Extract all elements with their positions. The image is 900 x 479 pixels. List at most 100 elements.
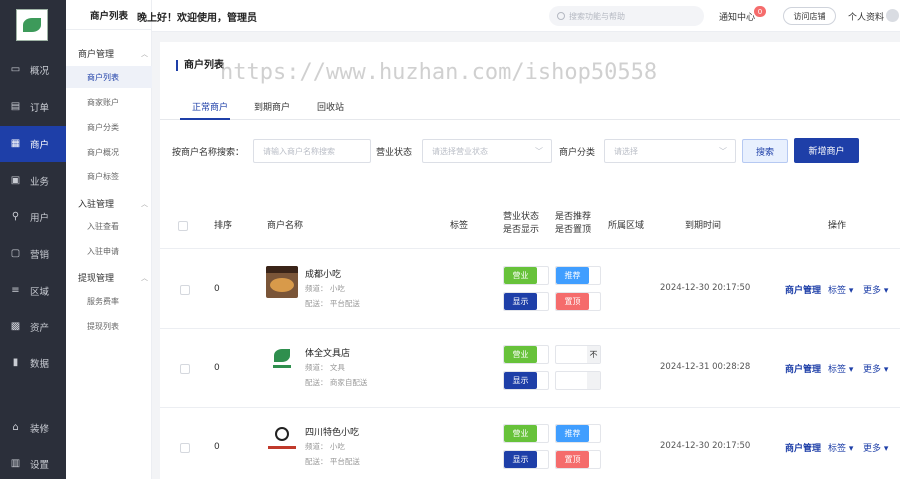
row-checkbox[interactable] — [180, 364, 190, 374]
caret-down-icon: ▾ — [881, 286, 889, 296]
group-withdraw-manage[interactable]: 提现管理 ︿ — [78, 271, 148, 285]
tag-dropdown-label: 标签 — [828, 444, 847, 454]
group-entry-manage[interactable]: 入驻管理 ︿ — [78, 197, 148, 211]
tag-dropdown[interactable]: 标签 ▾ — [828, 283, 853, 296]
col-ops: 操作 — [828, 221, 847, 231]
open-toggle[interactable]: 营业 — [503, 424, 549, 443]
snack-thumbnail — [266, 424, 298, 456]
show-toggle[interactable]: 显示 — [503, 371, 549, 390]
merchant-manage-link[interactable]: 商户管理 — [785, 441, 821, 454]
recommend-off-label: 不 — [587, 346, 600, 363]
merchant-channel: 频道： 小吃 — [305, 442, 345, 451]
recommend-toggle-off[interactable]: 不 — [555, 345, 601, 364]
search-placeholder: 搜索功能与帮助 — [569, 11, 625, 21]
add-merchant-button[interactable]: 新增商户 — [794, 138, 859, 163]
nav-item-merchant[interactable]: ▦ 商户 — [0, 126, 66, 162]
sub-item-withdraw-list[interactable]: 提现列表 — [66, 315, 152, 337]
top-toggle-off[interactable] — [555, 371, 601, 390]
decoration-icon: ⌂ — [12, 422, 19, 433]
nav-label: 设置 — [30, 460, 50, 471]
nav-item-decoration[interactable]: ⌂ 装修 — [0, 410, 66, 446]
show-toggle[interactable]: 显示 — [503, 292, 549, 311]
order-icon: ▤ — [10, 101, 21, 112]
sub-item-merchant-account[interactable]: 商家账户 — [66, 91, 152, 113]
expire-time: 2024-12-31 00:28:28 — [660, 362, 751, 372]
tab-normal[interactable]: 正常商户 — [192, 100, 228, 113]
table-row: 0 四川特色小吃 频道： 小吃 配送： 平台配送 营业 显示 推荐 置顶 202… — [160, 408, 900, 479]
sub-menu: 商户列表 商户管理 ︿ 商户列表 商家账户 商户分类 商户概况 商户标签 入驻管理… — [66, 0, 152, 479]
merchant-name: 体全文具店 — [305, 349, 351, 359]
group-label: 入驻管理 — [78, 200, 115, 210]
input-placeholder: 请输入商户名称搜索 — [263, 146, 335, 156]
search-button[interactable]: 搜索 — [742, 139, 788, 163]
sub-item-merchant-category[interactable]: 商户分类 — [66, 116, 152, 138]
tab-bar: 正常商户 到期商户 回收站 — [160, 98, 900, 120]
visit-store-button[interactable]: 访问店铺 — [783, 7, 836, 25]
business-icon: ▣ — [10, 175, 21, 186]
merchant-manage-link[interactable]: 商户管理 — [785, 362, 821, 375]
name-search-input[interactable]: 请输入商户名称搜索 — [253, 139, 371, 163]
settings-icon: ▥ — [10, 458, 21, 469]
food-thumbnail — [266, 266, 298, 298]
row-checkbox[interactable] — [180, 285, 190, 295]
food-dish-icon — [270, 278, 294, 292]
nav-label: 数据 — [30, 359, 50, 370]
nav-label: 营销 — [30, 250, 50, 261]
sub-item-merchant-tag[interactable]: 商户标签 — [66, 165, 152, 187]
col-expire: 到期时间 — [685, 221, 722, 231]
search-icon — [557, 12, 565, 20]
app-logo[interactable] — [16, 9, 48, 41]
group-label: 提现管理 — [78, 274, 115, 284]
nav-item-business[interactable]: ▣ 业务 — [0, 163, 66, 199]
nav-item-user[interactable]: ⚲ 用户 — [0, 199, 66, 235]
tag-dropdown[interactable]: 标签 ▾ — [828, 441, 853, 454]
col-tag: 标签 — [450, 221, 469, 231]
recommend-toggle[interactable]: 推荐 — [555, 266, 601, 285]
nav-item-region[interactable]: ≡ 区域 — [0, 273, 66, 309]
nav-item-data[interactable]: ▮ 数据 — [0, 345, 66, 381]
sub-item-merchant-list[interactable]: 商户列表 — [66, 66, 152, 88]
top-toggle[interactable]: 置顶 — [555, 450, 601, 469]
nav-item-marketing[interactable]: ▢ 营销 — [0, 236, 66, 272]
group-merchant-manage[interactable]: 商户管理 ︿ — [78, 47, 148, 61]
row-checkbox[interactable] — [180, 443, 190, 453]
merchant-name: 四川特色小吃 — [305, 428, 360, 438]
more-dropdown[interactable]: 更多 ▾ — [863, 283, 888, 296]
select-placeholder: 请选择营业状态 — [432, 146, 488, 156]
nav-label: 概况 — [30, 66, 50, 77]
nav-item-asset[interactable]: ▩ 资产 — [0, 309, 66, 345]
sub-item-label: 商户概况 — [87, 147, 119, 157]
sub-item-service-fee[interactable]: 服务费率 — [66, 290, 152, 312]
top-toggle[interactable]: 置顶 — [555, 292, 601, 311]
category-select[interactable]: 请选择 ﹀ — [604, 139, 736, 163]
status-select[interactable]: 请选择营业状态 ﹀ — [422, 139, 552, 163]
chevron-up-icon: ︿ — [141, 273, 148, 282]
notice-center-link[interactable]: 通知中心 — [719, 10, 755, 23]
row-sort: 0 — [214, 442, 220, 452]
more-dropdown[interactable]: 更多 ▾ — [863, 441, 888, 454]
tab-recycle[interactable]: 回收站 — [317, 100, 344, 113]
show-toggle[interactable]: 显示 — [503, 450, 549, 469]
notice-badge: 0 — [754, 6, 766, 17]
sub-item-entry-apply[interactable]: 入驻申请 — [66, 240, 152, 262]
tab-expired[interactable]: 到期商户 — [254, 100, 290, 113]
user-icon: ⚲ — [11, 211, 20, 222]
open-toggle[interactable]: 营业 — [503, 266, 549, 285]
recommend-toggle[interactable]: 推荐 — [555, 424, 601, 443]
main-nav: ▭ 概况 ▤ 订单 ▦ 商户 ▣ 业务 ⚲ 用户 ▢ 营销 ≡ 区域 ▩ 资产 ▮ 数据 ⌂ 装修 … — [0, 0, 66, 479]
chevron-down-icon: ﹀ — [535, 147, 543, 156]
tag-dropdown[interactable]: 标签 ▾ — [828, 362, 853, 375]
nav-item-overview[interactable]: ▭ 概况 — [0, 52, 66, 88]
avatar[interactable] — [886, 9, 899, 22]
more-dropdown[interactable]: 更多 ▾ — [863, 362, 888, 375]
profile-link[interactable]: 个人资料 — [848, 10, 884, 23]
merchant-manage-link[interactable]: 商户管理 — [785, 283, 821, 296]
sub-item-entry-view[interactable]: 入驻查看 — [66, 215, 152, 237]
select-all-checkbox[interactable] — [178, 221, 188, 231]
data-icon: ▮ — [12, 357, 19, 368]
search-input[interactable]: 搜索功能与帮助 — [549, 6, 704, 26]
sub-item-merchant-overview[interactable]: 商户概况 — [66, 141, 152, 163]
nav-item-order[interactable]: ▤ 订单 — [0, 89, 66, 125]
open-toggle[interactable]: 营业 — [503, 345, 549, 364]
nav-item-settings[interactable]: ▥ 设置 — [0, 446, 66, 479]
